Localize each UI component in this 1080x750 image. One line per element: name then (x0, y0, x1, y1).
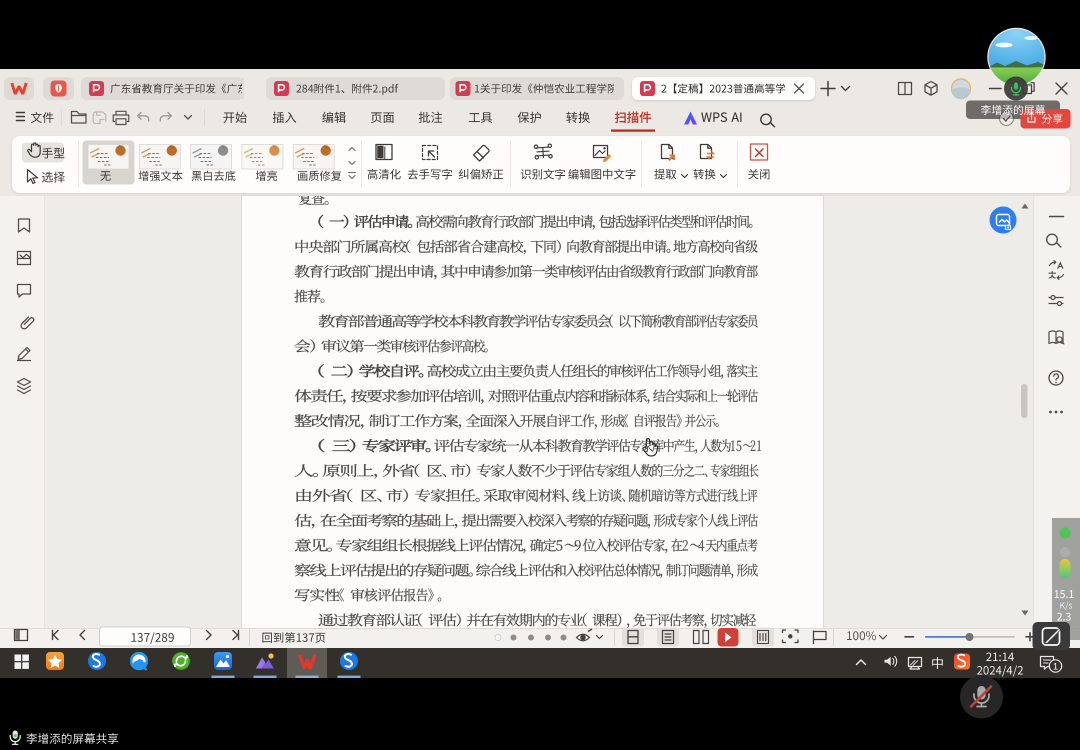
svg-text:1: 1 (1053, 661, 1058, 671)
